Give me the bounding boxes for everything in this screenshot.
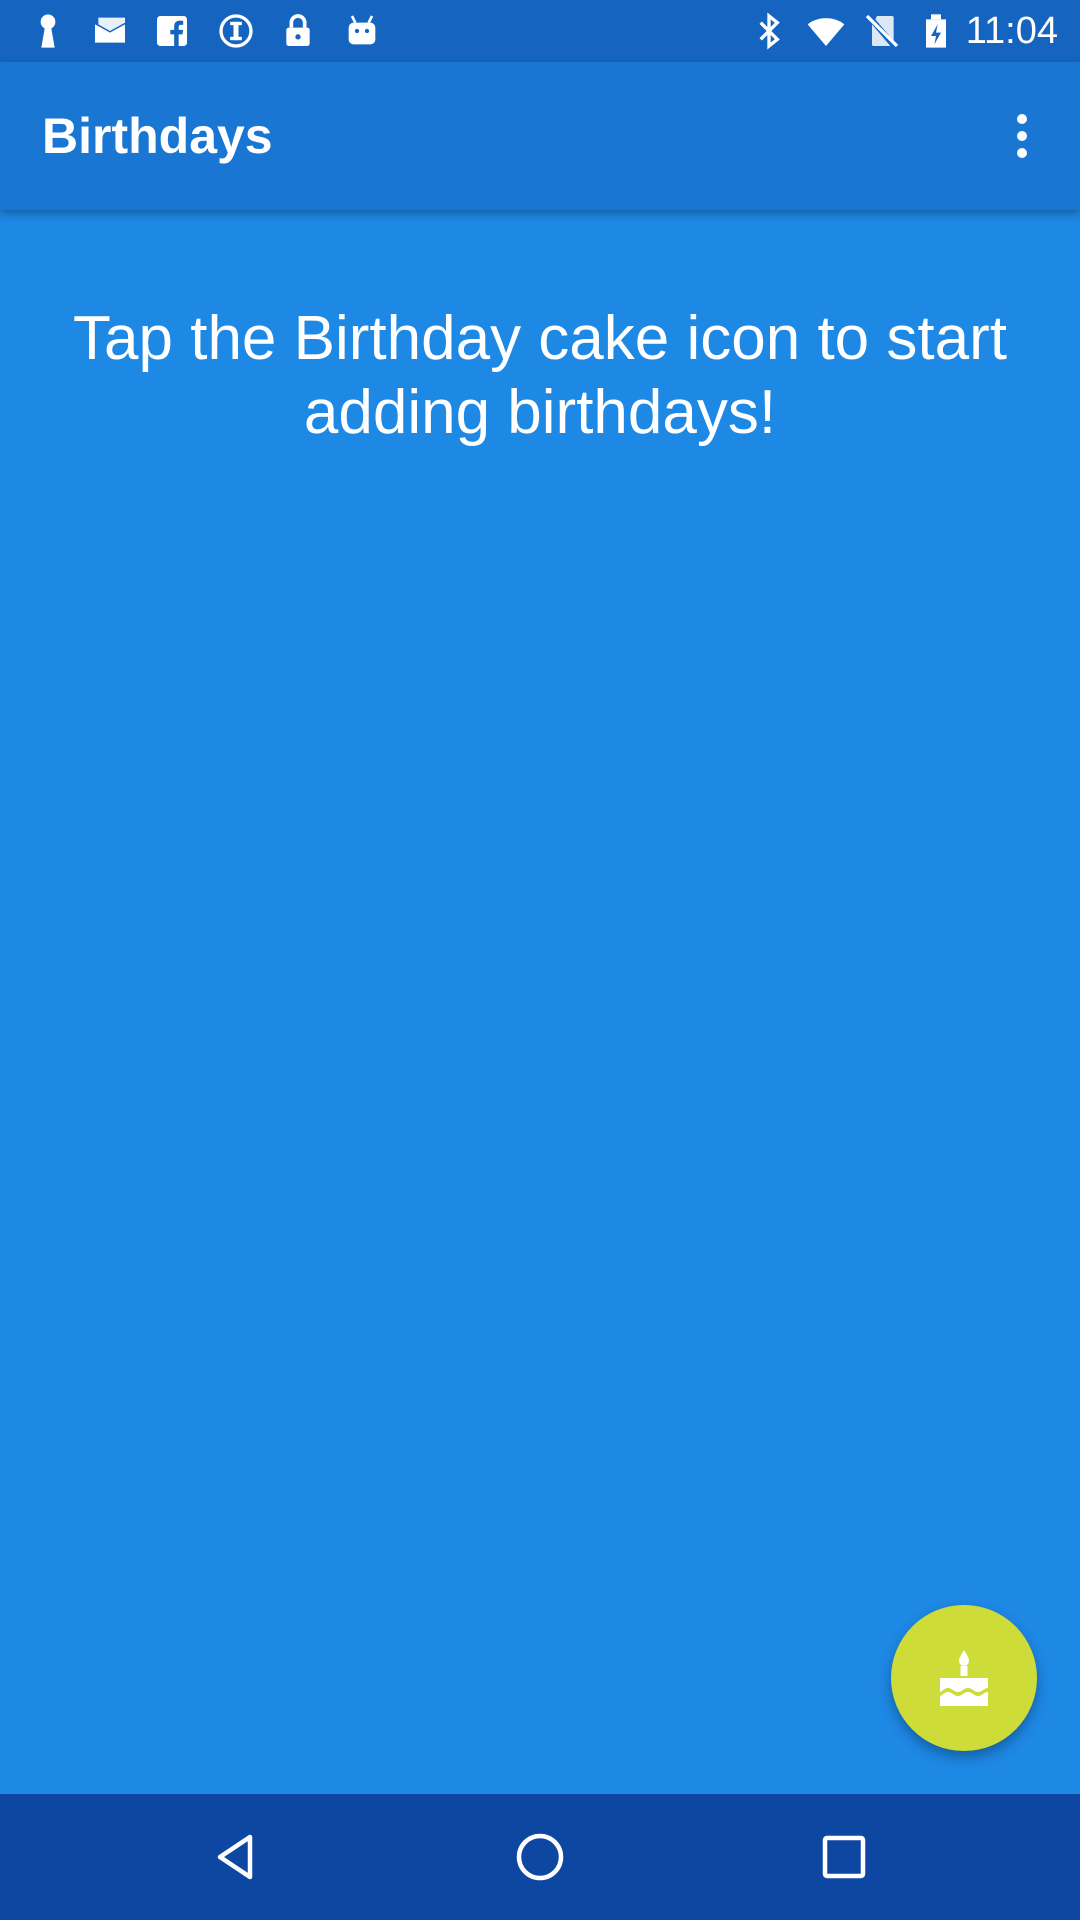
- page-title: Birthdays: [42, 108, 273, 164]
- back-button[interactable]: [196, 1817, 276, 1897]
- lock-icon: [278, 10, 318, 52]
- info-circle-icon: [216, 10, 256, 52]
- mail-icon: [90, 10, 130, 52]
- status-bar: 11:04: [0, 0, 1080, 62]
- add-birthday-button[interactable]: [891, 1605, 1037, 1751]
- recents-button[interactable]: [804, 1817, 884, 1897]
- more-vert-icon: [1014, 113, 1030, 159]
- no-sim-icon: [862, 10, 902, 52]
- keyhole-icon: [28, 10, 68, 52]
- recents-icon: [816, 1829, 872, 1885]
- content-area: Tap the Birthday cake icon to start addi…: [0, 210, 1080, 1794]
- back-icon: [208, 1829, 264, 1885]
- wifi-icon: [806, 10, 846, 52]
- home-button[interactable]: [500, 1817, 580, 1897]
- facebook-icon: [152, 10, 192, 52]
- cake-icon: [938, 1648, 990, 1708]
- overflow-menu-button[interactable]: [972, 86, 1072, 186]
- android-icon: [342, 10, 382, 52]
- battery-icon: [916, 10, 956, 52]
- app-bar: Birthdays: [0, 62, 1080, 210]
- navigation-bar: [0, 1794, 1080, 1920]
- status-time: 11:04: [965, 10, 1058, 52]
- home-icon: [512, 1829, 568, 1885]
- bluetooth-icon: [749, 10, 789, 52]
- empty-state-message: Tap the Birthday cake icon to start addi…: [73, 304, 1007, 447]
